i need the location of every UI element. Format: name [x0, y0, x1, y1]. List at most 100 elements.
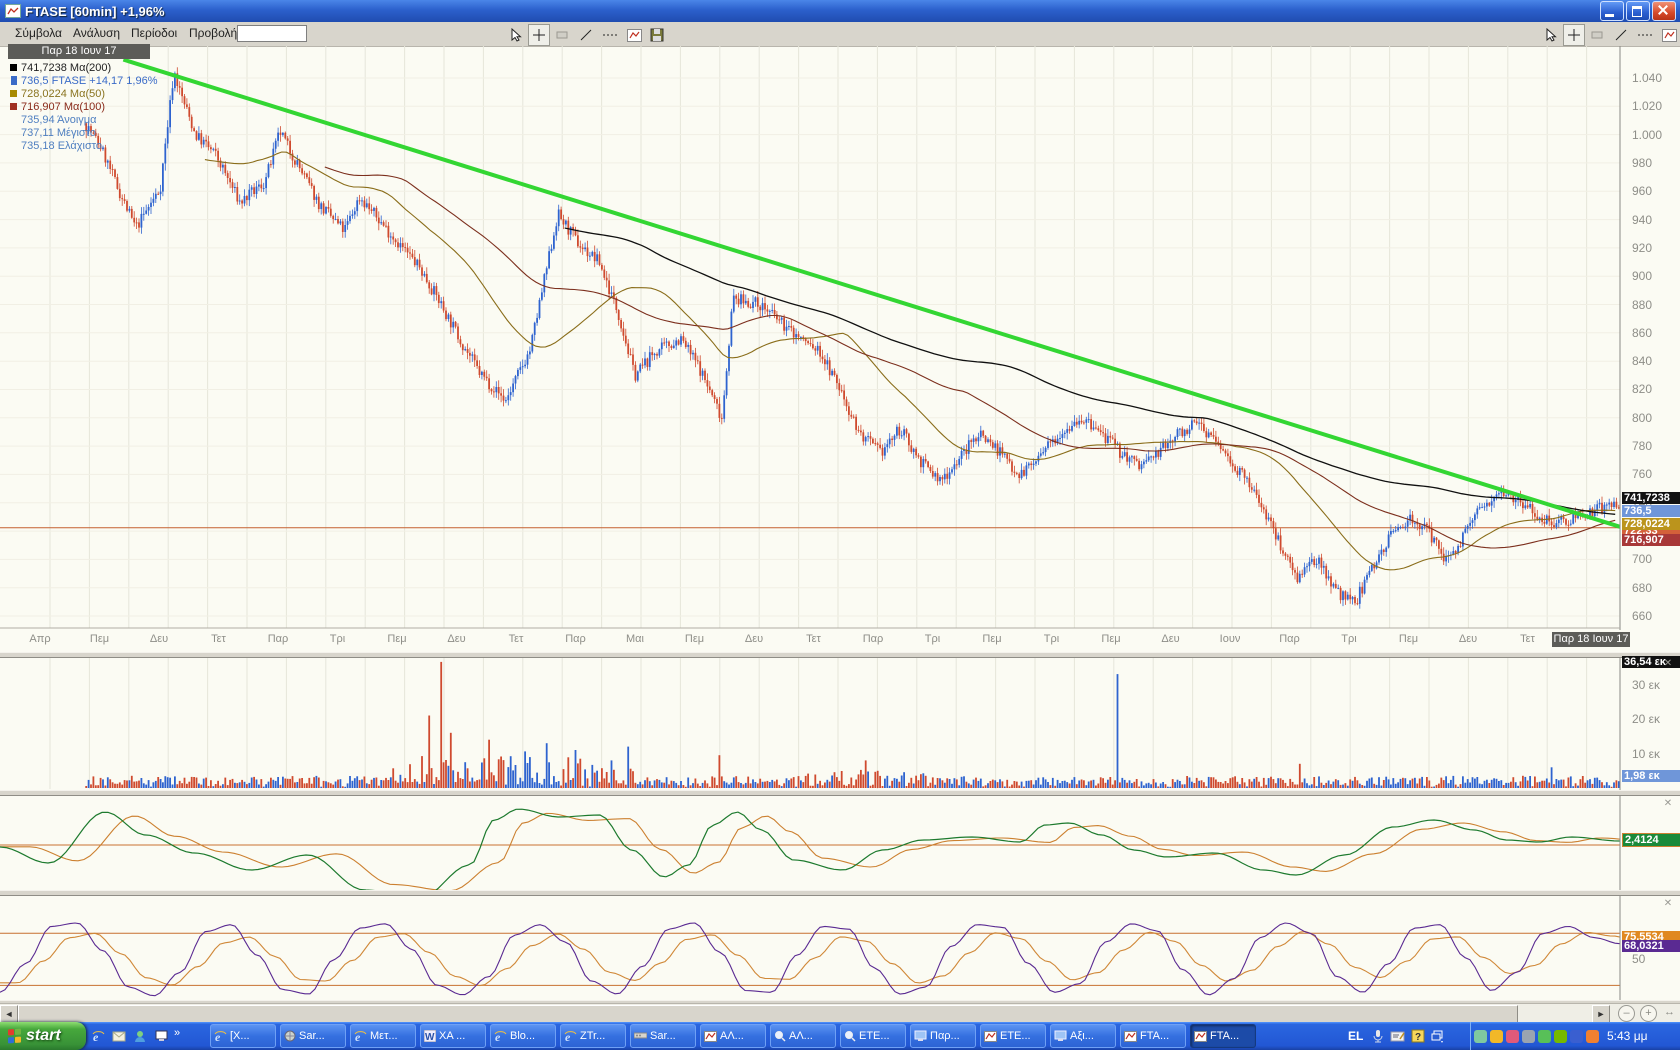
taskbar-button-label: ΑΛ...	[720, 1030, 744, 1042]
menu-3[interactable]: Περίοδοι	[124, 25, 184, 42]
help-icon[interactable]: ?	[1409, 1028, 1426, 1045]
chart-tool[interactable]	[623, 24, 645, 46]
start-button[interactable]: start	[0, 1022, 86, 1050]
volume-panel[interactable]	[0, 656, 1680, 790]
oscillator-close-icon[interactable]: ✕	[1662, 798, 1674, 810]
panel-splitter-3[interactable]	[0, 890, 1680, 896]
microphone-icon[interactable]	[1369, 1028, 1386, 1045]
taskbar-window-button-8[interactable]: ΑΛ...	[700, 1024, 766, 1048]
user-tray-icon[interactable]	[1474, 1030, 1487, 1043]
stochastic-panel[interactable]	[0, 894, 1680, 1000]
oscillator-panel[interactable]	[0, 794, 1680, 890]
price-tick: 700	[1632, 552, 1652, 566]
shield-tray-icon[interactable]	[1490, 1030, 1503, 1043]
quick-launch-overflow-chevron[interactable]: »	[174, 1027, 180, 1039]
price-value-label: 736,5	[1622, 505, 1680, 517]
taskbar-button-label: FTA...	[1210, 1030, 1239, 1042]
box-tool[interactable]	[551, 24, 573, 46]
language-bar-options-icon[interactable]	[1429, 1028, 1446, 1045]
taskbar-window-button-10[interactable]: ΕΤΕ...	[840, 1024, 906, 1048]
tray-icons	[1471, 1030, 1599, 1043]
menu-4[interactable]: Προβολή	[182, 25, 244, 42]
menu-1[interactable]: Σύμβολα	[8, 25, 69, 42]
taskbar-clock[interactable]: 5:43 μμ	[1607, 1029, 1648, 1043]
status-tray-icon[interactable]	[1538, 1030, 1551, 1043]
taskbar-window-button-13[interactable]: Αξι...	[1050, 1024, 1116, 1048]
stochastic-mid-tick: 50	[1632, 952, 1645, 966]
pointer-tool[interactable]	[1540, 24, 1562, 46]
scheduler-tray-icon[interactable]	[1586, 1030, 1599, 1043]
taskbar-window-button-4[interactable]: W ΧΑ ...	[420, 1024, 486, 1048]
minimize-button[interactable]	[1600, 1, 1624, 21]
scroll-left-button[interactable]: ◄	[0, 1005, 18, 1023]
taskbar-window-button-3[interactable]: eΜετ...	[350, 1024, 416, 1048]
lang-flag-tray-icon[interactable]	[1570, 1030, 1583, 1043]
save-tool[interactable]	[646, 24, 668, 46]
taskbar-window-button-15[interactable]: FTA...	[1190, 1024, 1256, 1048]
line-tool[interactable]	[575, 24, 597, 46]
language-bar: EL ?	[1348, 1022, 1449, 1050]
taskbar-button-label: ΧΑ ...	[439, 1030, 465, 1042]
scrollbar-thumb[interactable]	[18, 1005, 1518, 1023]
taskbar-window-button-11[interactable]: Παρ...	[910, 1024, 976, 1048]
chart-icon	[1124, 1031, 1137, 1042]
chart-tool[interactable]	[1658, 24, 1680, 46]
monitor-icon	[1054, 1030, 1067, 1042]
stochastic-close-icon[interactable]: ✕	[1662, 898, 1674, 910]
stochastic-purple-label: 68,0321	[1622, 940, 1680, 952]
taskbar-button-label: Αξι...	[1070, 1030, 1094, 1042]
show-desktop-icon[interactable]	[152, 1026, 170, 1046]
line-tool[interactable]	[1610, 24, 1632, 46]
price-chart[interactable]	[0, 46, 1680, 630]
taskbar-window-button-2[interactable]: Sar...	[280, 1024, 346, 1048]
price-value-label: 741,7238	[1622, 492, 1680, 504]
pointer-tool[interactable]	[505, 24, 527, 46]
volume-tick: 30 εκ	[1632, 678, 1660, 692]
symbol-search-input[interactable]	[237, 25, 307, 42]
nvidia-tray-icon[interactable]	[1554, 1030, 1567, 1043]
panel-splitter-1[interactable]	[0, 652, 1680, 658]
taskbar-button-label: Παρ...	[930, 1030, 960, 1042]
svg-text:W: W	[425, 1032, 435, 1042]
language-indicator[interactable]: EL	[1348, 1029, 1363, 1043]
close-button[interactable]	[1652, 1, 1676, 21]
taskbar-window-button-1[interactable]: e[Χ...	[210, 1024, 276, 1048]
panel-splitter-2[interactable]	[0, 790, 1680, 796]
scroll-right-button[interactable]: ►	[1592, 1005, 1610, 1023]
taskbar-window-button-6[interactable]: eZTr...	[560, 1024, 626, 1048]
messenger-icon[interactable]	[131, 1026, 149, 1046]
taskbar-button-label: Sar...	[650, 1030, 676, 1042]
ie-icon[interactable]: e	[89, 1026, 107, 1046]
crosshair-tool[interactable]	[528, 24, 550, 46]
taskbar-window-button-5[interactable]: eBlo...	[490, 1024, 556, 1048]
chart-icon	[984, 1031, 997, 1042]
mail-icon[interactable]	[110, 1026, 128, 1046]
handwriting-icon[interactable]	[1389, 1028, 1406, 1045]
price-value-label: 716,907	[1622, 534, 1680, 546]
zoom-out-button[interactable]: –	[1618, 1005, 1635, 1022]
legend-swatch	[10, 103, 17, 110]
price-tick: 960	[1632, 184, 1652, 198]
dotted-line-tool[interactable]	[599, 24, 621, 46]
restore-button[interactable]	[1626, 1, 1650, 21]
x-label-7: Πεμ	[387, 633, 406, 645]
taskbar-window-button-14[interactable]: FTA...	[1120, 1024, 1186, 1048]
taskbar-button-label: Sar...	[299, 1030, 325, 1042]
zoom-in-button[interactable]: +	[1640, 1005, 1657, 1022]
volume-tray-icon[interactable]	[1522, 1030, 1535, 1043]
fit-width-button[interactable]: ↔	[1662, 1005, 1677, 1020]
menu-2[interactable]: Ανάλυση	[66, 25, 127, 42]
horizontal-scrollbar[interactable]: ◄ ► – + ↔	[0, 1003, 1680, 1022]
taskbar-window-button-7[interactable]: Sar...	[630, 1024, 696, 1048]
crosshair-tool[interactable]	[1563, 24, 1585, 46]
price-tick: 1.040	[1632, 71, 1662, 85]
volume-close-icon[interactable]: ✕	[1662, 658, 1674, 670]
taskbar-window-button-12[interactable]: ΕΤΕ...	[980, 1024, 1046, 1048]
box-tool[interactable]	[1586, 24, 1608, 46]
taskbar-window-button-9[interactable]: ΑΛ...	[770, 1024, 836, 1048]
x-label-11: Μαι	[626, 633, 644, 645]
menu-bar: ΣύμβολαΑνάλυσηΠερίοδοιΠροβολή	[0, 22, 1680, 47]
start-button-label: start	[26, 1027, 61, 1045]
dotted-line-tool[interactable]	[1634, 24, 1656, 46]
messenger-tray-icon[interactable]	[1506, 1030, 1519, 1043]
